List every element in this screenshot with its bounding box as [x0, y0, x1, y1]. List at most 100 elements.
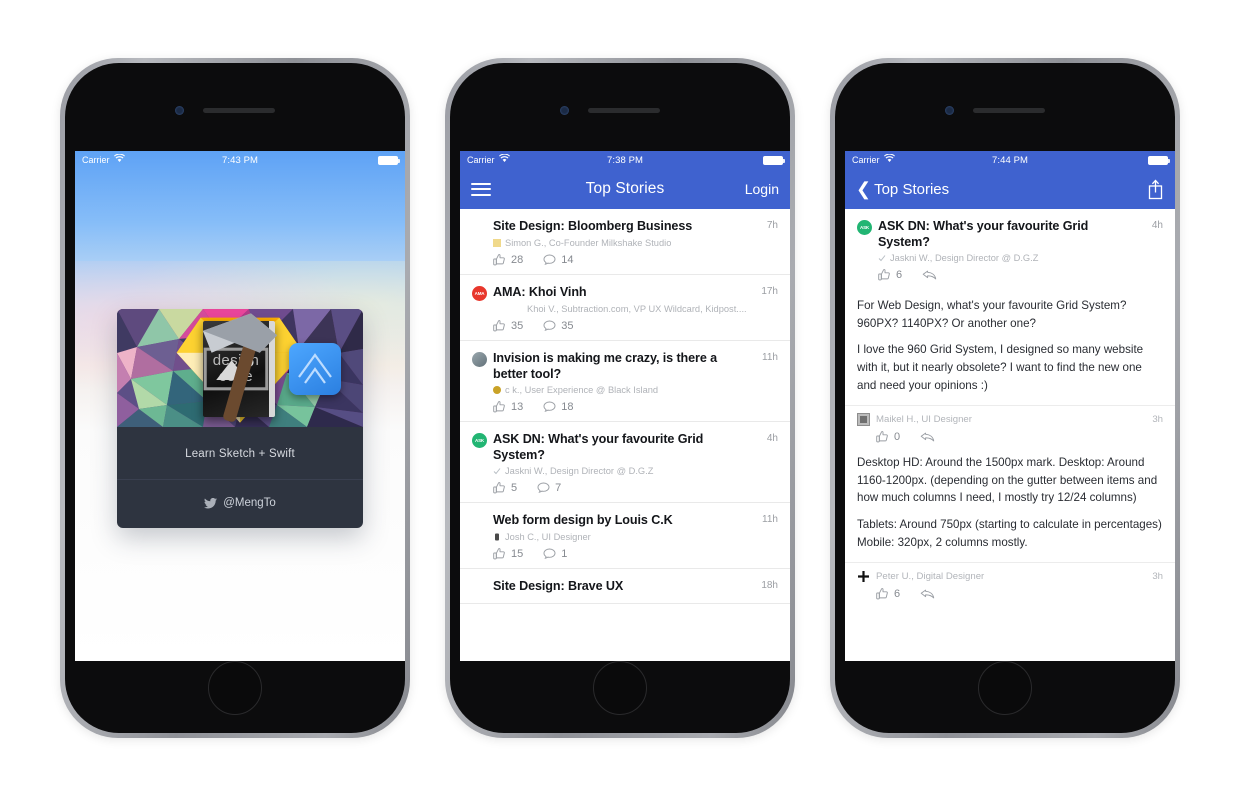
thumbs-up-icon: [493, 548, 506, 560]
story-stats: 15 1: [472, 548, 778, 560]
comment-count: 14: [561, 254, 574, 266]
story-stats: 35 35: [472, 320, 778, 332]
reply-stat[interactable]: [920, 588, 935, 600]
back-button[interactable]: ❮ Top Stories: [856, 178, 950, 199]
author-badge-icon: [493, 239, 501, 247]
story-header: Web form design by Louis C.K 11h: [472, 512, 778, 529]
comment-stat[interactable]: 35: [543, 320, 574, 332]
story-title: Site Design: Bloomberg Business: [493, 219, 693, 233]
story-age: 11h: [762, 352, 778, 363]
story-header: Invision is making me crazy, is there a …: [472, 350, 778, 382]
story-list-item[interactable]: Web form design by Louis C.K 11h Josh C.…: [460, 503, 790, 570]
upvote-stat[interactable]: 28: [493, 254, 523, 266]
story-age: 11h: [762, 514, 778, 526]
navigation-bar-top-stories: Top Stories Login: [460, 169, 790, 209]
comment-item[interactable]: Peter U., Digital Designer 3h 6: [845, 562, 1175, 602]
comment-stat[interactable]: 18: [543, 401, 574, 413]
story-title: Invision is making me crazy, is there a …: [493, 351, 718, 382]
post-stats: 6: [857, 269, 1163, 281]
comment-age: 3h: [1152, 571, 1163, 583]
reply-stat[interactable]: [920, 431, 935, 443]
post-author-row: Jaskni W., Design Director @ D.G.Z: [857, 253, 1163, 263]
story-avatar-none: [472, 514, 487, 529]
story-author-row: c k., User Experience @ Black Island: [472, 385, 778, 395]
comment-stat[interactable]: 7: [537, 482, 561, 494]
story-stats: 5 7: [472, 482, 778, 494]
story-detail-body[interactable]: ASK ASK DN: What's your favourite Grid S…: [845, 209, 1175, 661]
comment-bubble-icon: [543, 254, 556, 266]
upvote-count: 28: [511, 254, 524, 266]
story-author-row: Josh C., UI Designer: [472, 532, 778, 542]
phone-device-3: Carrier 7:44 PM ❮ Top Stories ASK ASK DN…: [830, 58, 1180, 738]
phone-badge-icon: [493, 533, 501, 541]
reply-icon: [920, 588, 935, 600]
comment-stats: 0: [857, 431, 1163, 443]
back-button-label: Top Stories: [874, 180, 950, 198]
story-list[interactable]: Site Design: Bloomberg Business 7h Simon…: [460, 209, 790, 661]
home-button-3[interactable]: [978, 661, 1032, 715]
upvote-stat[interactable]: 6: [878, 269, 902, 281]
comment-item[interactable]: Maikel H., UI Designer 3h 0: [845, 405, 1175, 445]
story-author-row: Khoi V., Subtraction.com, VP UX Wildcard…: [472, 304, 778, 314]
navigation-bar-detail: ❮ Top Stories: [845, 169, 1175, 209]
share-icon[interactable]: [1147, 179, 1164, 200]
upvote-stat[interactable]: 6: [876, 588, 900, 600]
comment-bubble-icon: [537, 482, 550, 494]
comment-paragraph: Tablets: Around 750px (starting to calcu…: [857, 518, 1162, 549]
upvote-stat[interactable]: 35: [493, 320, 523, 332]
story-list-item[interactable]: ASK ASK DN: What's your favourite Grid S…: [460, 422, 790, 504]
comment-count: 35: [561, 320, 574, 332]
upvote-stat[interactable]: 5: [493, 482, 517, 494]
comment-age: 3h: [1152, 414, 1163, 426]
screen-top-stories: Carrier 7:38 PM Top Stories Login Site D…: [460, 151, 790, 661]
home-button-1[interactable]: [208, 661, 262, 715]
upvote-count: 6: [894, 588, 901, 601]
home-button-2[interactable]: [593, 661, 647, 715]
story-header: ASK ASK DN: What's your favourite Grid S…: [472, 431, 778, 463]
comment-paragraph: Desktop HD: Around the 1500px mark. Desk…: [857, 456, 1158, 505]
story-header: AMA AMA: Khoi Vinh 17h: [472, 284, 778, 301]
comment-stat[interactable]: 14: [543, 254, 574, 266]
post-paragraph: I love the 960 Grid System, I designed s…: [857, 343, 1144, 392]
story-list-item[interactable]: Site Design: Brave UX 18h: [460, 569, 790, 605]
chevron-left-icon: ❮: [856, 178, 872, 199]
thumbs-up-icon: [876, 431, 889, 443]
upvote-stat[interactable]: 13: [493, 401, 523, 413]
story-list-item[interactable]: Invision is making me crazy, is there a …: [460, 341, 790, 423]
upvote-stat[interactable]: 15: [493, 548, 523, 560]
screen-promo: Carrier 7:43 PM design Learn Sketch + Sw…: [75, 151, 405, 661]
phone-body-2: Carrier 7:38 PM Top Stories Login Site D…: [450, 63, 790, 733]
earpiece-speaker: [203, 108, 275, 113]
comment-author: Maikel H., UI Designer: [876, 414, 972, 426]
story-list-item[interactable]: Site Design: Bloomberg Business 7h Simon…: [460, 209, 790, 275]
hamburger-menu-icon[interactable]: [471, 179, 491, 199]
story-author: c k., User Experience @ Black Island: [505, 385, 659, 396]
post-avatar-ask: ASK: [857, 220, 872, 235]
comment-header: Peter U., Digital Designer 3h: [857, 570, 1163, 583]
earpiece-speaker: [588, 108, 660, 113]
phone-body-1: Carrier 7:43 PM design Learn Sketch + Sw…: [65, 63, 405, 733]
status-bar-2: Carrier 7:38 PM: [460, 151, 790, 169]
status-bar-3: Carrier 7:44 PM: [845, 151, 1175, 169]
promo-card-handle-row[interactable]: @MengTo: [117, 480, 363, 528]
post-age: 4h: [1151, 220, 1163, 231]
reply-stat[interactable]: [922, 269, 937, 281]
plus-avatar-icon: [857, 570, 870, 583]
square-avatar-icon: [857, 413, 870, 427]
story-age: 17h: [761, 286, 778, 297]
front-camera-icon: [560, 106, 569, 115]
upvote-count: 6: [896, 269, 903, 282]
promo-card[interactable]: design code: [117, 309, 363, 528]
status-bar-time: 7:43 PM: [221, 154, 259, 166]
battery-full-icon: [763, 155, 785, 165]
status-bar-time: 7:38 PM: [606, 154, 644, 166]
login-button[interactable]: Login: [745, 181, 779, 197]
story-header: Site Design: Brave UX 18h: [472, 578, 778, 595]
page-title: Top Stories: [585, 180, 665, 197]
verified-check-icon: [878, 254, 886, 262]
promo-card-handle: @MengTo: [223, 497, 276, 509]
phone-device-1: Carrier 7:43 PM design Learn Sketch + Sw…: [60, 58, 410, 738]
story-list-item[interactable]: AMA AMA: Khoi Vinh 17h Khoi V., Subtract…: [460, 275, 790, 341]
comment-stat[interactable]: 1: [543, 548, 567, 560]
upvote-stat[interactable]: 0: [876, 431, 900, 443]
